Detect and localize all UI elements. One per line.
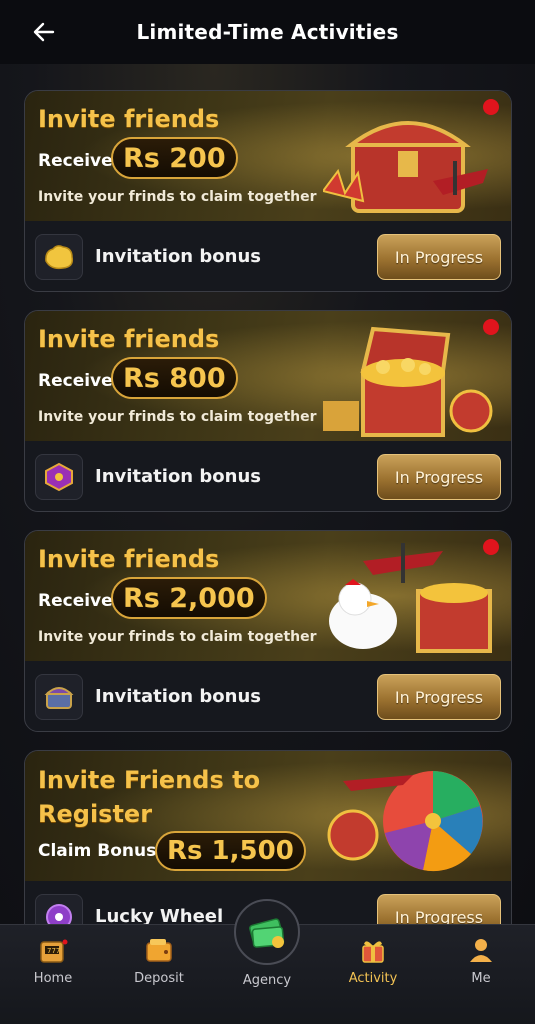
page-title: Limited-Time Activities [136,20,399,44]
in-progress-button[interactable]: In Progress [377,894,501,924]
in-progress-button[interactable]: In Progress [377,234,501,280]
bonus-label: Invitation bonus [95,686,261,707]
notification-dot [483,99,499,115]
bonus-label: Invitation bonus [95,466,261,487]
svg-text:777: 777 [47,947,60,955]
user-avatar-icon [464,935,498,965]
back-arrow-icon[interactable] [30,18,58,46]
nav-label: Activity [348,971,398,986]
reward-amount: Rs 800 [111,357,238,399]
in-progress-button[interactable]: In Progress [377,674,501,720]
receive-label: Receive [38,151,113,171]
treasure-box-icon [35,674,83,720]
banner-title-line2: Register [38,800,153,828]
activities-list[interactable]: Invite friends Receive Rs 200 Invite you… [0,64,535,924]
activity-card[interactable]: Invite Friends to Register Claim Bonus R… [24,750,512,924]
nav-label: Home [33,971,73,986]
activity-banner[interactable]: Invite friends Receive Rs 200 Invite you… [25,91,511,221]
lucky-wheel-icon [327,771,483,872]
banner-title: Invite friends [38,545,220,573]
receive-label: Receive [38,591,113,611]
nav-me[interactable]: Me [436,935,526,995]
nav-activity[interactable]: Activity [328,935,418,995]
nav-label: Deposit [134,971,184,986]
gold-chest-icon [323,326,493,437]
lucky-wheel-small-icon [35,894,83,924]
reward-amount: Rs 1,500 [155,831,306,871]
top-bar: Limited-Time Activities [0,0,535,64]
activity-footer: Invitation bonus In Progress [25,221,511,291]
nav-deposit[interactable]: Deposit [114,935,204,995]
receive-label: Receive [38,371,113,391]
notification-dot [483,319,499,335]
activity-banner[interactable]: Invite friends Receive Rs 800 Invite you… [25,311,511,441]
nav-agency-label[interactable]: Agency [222,973,312,988]
activity-footer: Invitation bonus In Progress [25,441,511,511]
activity-footer: Invitation bonus In Progress [25,661,511,731]
bottom-nav: 777 Home Deposit Agency Activity Me [0,899,535,1024]
claim-bonus-label: Claim Bonus [38,841,157,861]
gold-nugget-icon [35,234,83,280]
nav-label: Me [471,971,491,986]
activity-banner[interactable]: Invite friends Receive Rs 2,000 Invite y… [25,531,511,661]
notification-dot [483,539,499,555]
banner-title: Invite Friends to Register [38,763,260,831]
slot-machine-icon: 777 [36,935,70,965]
activity-card[interactable]: Invite friends Receive Rs 200 Invite you… [24,90,512,292]
treasure-chest-icon [323,121,488,213]
in-progress-button[interactable]: In Progress [377,454,501,500]
gift-icon [356,935,390,965]
bonus-label: Lucky Wheel [95,906,224,924]
banner-subtitle: Invite your frinds to claim together [38,409,317,425]
activity-card[interactable]: Invite friends Receive Rs 2,000 Invite y… [24,530,512,732]
reward-amount: Rs 2,000 [111,577,267,619]
banner-title-line1: Invite Friends to [38,766,261,794]
banner-title: Invite friends [38,325,220,353]
gem-box-icon [35,454,83,500]
wallet-icon [142,935,176,965]
agency-money-icon[interactable] [234,899,300,965]
nav-home[interactable]: 777 Home [8,935,98,995]
chicken-plane-chest-icon [329,543,492,653]
activity-banner[interactable]: Invite Friends to Register Claim Bonus R… [25,751,511,881]
banner-title: Invite friends [38,105,220,133]
activity-card[interactable]: Invite friends Receive Rs 800 Invite you… [24,310,512,512]
bonus-label: Invitation bonus [95,246,261,267]
reward-amount: Rs 200 [111,137,238,179]
banner-subtitle: Invite your frinds to claim together [38,629,317,645]
banner-subtitle: Invite your frinds to claim together [38,189,317,205]
